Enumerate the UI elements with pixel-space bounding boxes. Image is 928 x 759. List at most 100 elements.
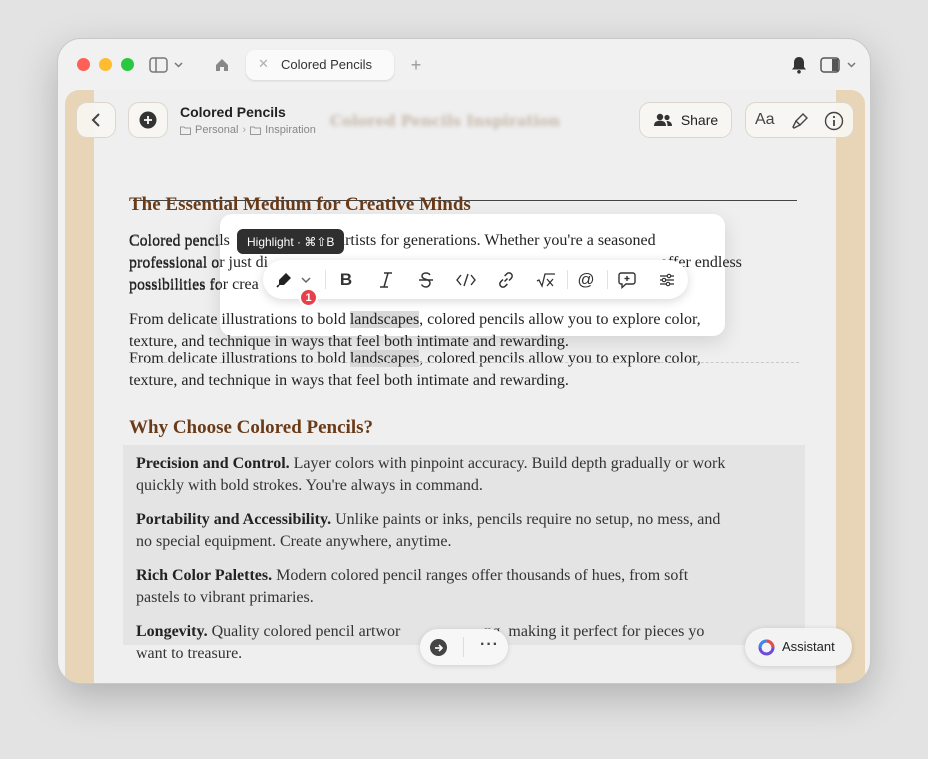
format-toolbar: B @ bbox=[263, 260, 688, 299]
app-window: ✕ Colored Pencils + The Essential Medium… bbox=[57, 38, 871, 684]
overlay-para2-line1: From delicate illustrations to bold land… bbox=[129, 309, 701, 331]
bottom-action-pill: ··· bbox=[420, 629, 508, 665]
bold-icon: B bbox=[339, 269, 353, 289]
benefit-item[interactable]: Portability and Accessibility. Unlike pa… bbox=[136, 509, 786, 553]
comment-button[interactable] bbox=[610, 260, 644, 299]
add-button[interactable] bbox=[128, 102, 168, 138]
document-page: The Essential Medium for Creative Minds … bbox=[94, 90, 836, 683]
strikethrough-button[interactable] bbox=[409, 260, 443, 299]
overlay-line3-start: possibilities for crea bbox=[129, 276, 259, 293]
benefit-text-2: pastels to vibrant primaries. bbox=[136, 589, 314, 606]
comment-icon bbox=[618, 271, 636, 289]
inspector-toggle-button[interactable] bbox=[820, 56, 860, 74]
back-button[interactable] bbox=[76, 102, 116, 138]
overlay-line2-start: professional or just di bbox=[129, 254, 269, 271]
highlight-tooltip: Highlight · ⌘⇧B bbox=[237, 229, 345, 254]
breadcrumb-inspiration[interactable]: Inspiration bbox=[265, 124, 316, 136]
code-icon bbox=[456, 273, 476, 286]
editor-area: The Essential Medium for Creative Minds … bbox=[65, 90, 865, 683]
assistant-ring-icon bbox=[758, 639, 775, 656]
share-label: Share bbox=[680, 112, 719, 128]
overlay-para2-after: , colored pencils allow you to explore c… bbox=[419, 311, 701, 328]
chevron-left-icon bbox=[91, 113, 100, 127]
mention-icon: @ bbox=[577, 269, 595, 289]
view-controls: Aa bbox=[745, 102, 854, 138]
overlay-line1-start: Colored pencils bbox=[129, 232, 230, 249]
toolbar-divider bbox=[325, 270, 326, 289]
benefit-item[interactable]: Precision and Control. Layer colors with… bbox=[136, 453, 786, 497]
paragraph-illustrations[interactable]: From delicate illustrations to bold land… bbox=[129, 348, 799, 392]
breadcrumb-personal[interactable]: Personal bbox=[195, 124, 238, 136]
toolbar-divider bbox=[607, 270, 608, 289]
benefit-title: Rich Color Palettes. bbox=[136, 567, 273, 584]
math-button[interactable] bbox=[529, 260, 563, 299]
notifications-button[interactable] bbox=[789, 55, 809, 75]
benefit-text: Modern colored pencil ranges offer thous… bbox=[272, 567, 689, 584]
assistant-button[interactable]: Assistant bbox=[745, 628, 852, 666]
sidebar-icon bbox=[149, 57, 183, 73]
benefit-text-2: no special equipment. Create anywhere, a… bbox=[136, 533, 452, 550]
code-button[interactable] bbox=[449, 260, 483, 299]
home-icon bbox=[216, 59, 228, 71]
people-icon bbox=[653, 113, 672, 126]
share-button[interactable]: Share bbox=[639, 102, 732, 138]
overlay-para2-line2: texture, and technique in ways that feel… bbox=[129, 333, 569, 350]
home-button[interactable] bbox=[213, 56, 231, 74]
benefit-text-end: ng, making it perfect for pieces yo bbox=[484, 623, 705, 640]
ellipsis-icon: ··· bbox=[480, 636, 499, 653]
benefit-title: Precision and Control. bbox=[136, 455, 290, 472]
highlight-icon bbox=[276, 272, 291, 288]
breadcrumb: Personal › Inspiration bbox=[180, 124, 316, 136]
step-badge: 1 bbox=[299, 288, 318, 307]
close-tab-icon[interactable]: ✕ bbox=[258, 56, 269, 72]
link-icon bbox=[499, 271, 513, 288]
new-tab-button[interactable]: + bbox=[407, 55, 425, 75]
section-heading-why: Why Choose Colored Pencils? bbox=[129, 417, 374, 438]
benefit-item[interactable]: Rich Color Palettes. Modern colored penc… bbox=[136, 565, 786, 609]
section-heading-essential: The Essential Medium for Creative Minds bbox=[129, 194, 471, 215]
brush-icon[interactable] bbox=[791, 112, 809, 130]
sidebar-toggle-button[interactable] bbox=[149, 56, 187, 74]
font-settings-button[interactable]: Aa bbox=[755, 111, 775, 129]
arrow-right-icon bbox=[434, 643, 443, 652]
benefit-text: Layer colors with pinpoint accuracy. Bui… bbox=[289, 455, 726, 472]
chevron-right-icon: › bbox=[242, 124, 247, 136]
link-button[interactable] bbox=[489, 260, 523, 299]
section-divider bbox=[129, 362, 799, 363]
benefit-title: Portability and Accessibility. bbox=[136, 511, 332, 528]
close-window-button[interactable] bbox=[77, 58, 90, 71]
more-button[interactable]: ··· bbox=[480, 636, 499, 654]
more-format-button[interactable] bbox=[650, 260, 684, 299]
tab-colored-pencils[interactable]: ✕ Colored Pencils bbox=[246, 50, 394, 80]
pill-divider bbox=[463, 637, 464, 657]
strikethrough-icon bbox=[419, 271, 433, 288]
minimize-window-button[interactable] bbox=[99, 58, 112, 71]
chevron-down-icon bbox=[301, 276, 311, 283]
go-button[interactable] bbox=[430, 639, 447, 656]
para2-line2: texture, and technique in ways that feel… bbox=[129, 372, 569, 389]
benefit-text-2: quickly with bold strokes. You're always… bbox=[136, 477, 483, 494]
benefit-title: Longevity. bbox=[136, 623, 208, 640]
italic-button[interactable] bbox=[369, 260, 403, 299]
tab-title: Colored Pencils bbox=[281, 57, 373, 72]
plus-circle-icon bbox=[139, 111, 157, 129]
overlay-para2-before: From delicate illustrations to bold bbox=[129, 311, 350, 328]
zoom-window-button[interactable] bbox=[121, 58, 134, 71]
bell-icon bbox=[792, 57, 806, 74]
plus-icon: + bbox=[410, 54, 422, 75]
benefit-text: Quality colored pencil artwor bbox=[207, 623, 401, 640]
italic-icon bbox=[380, 271, 392, 288]
assistant-label: Assistant bbox=[782, 639, 835, 654]
benefit-text: Unlike paints or inks, pencils require n… bbox=[331, 511, 721, 528]
sliders-icon bbox=[660, 273, 674, 286]
overlay-selected-word[interactable]: landscapes bbox=[349, 311, 420, 328]
benefits-callout: Precision and Control. Layer colors with… bbox=[123, 445, 805, 662]
toolbar-divider bbox=[567, 270, 568, 289]
right-sidebar-icon bbox=[820, 57, 856, 73]
scrolled-title-ghost: Colored Pencils Inspiration bbox=[330, 112, 561, 130]
folder-icon bbox=[180, 126, 191, 135]
bold-button[interactable]: B bbox=[329, 260, 363, 299]
info-icon[interactable] bbox=[824, 111, 844, 131]
folder-icon bbox=[250, 126, 262, 135]
mention-button[interactable]: @ bbox=[569, 260, 603, 299]
